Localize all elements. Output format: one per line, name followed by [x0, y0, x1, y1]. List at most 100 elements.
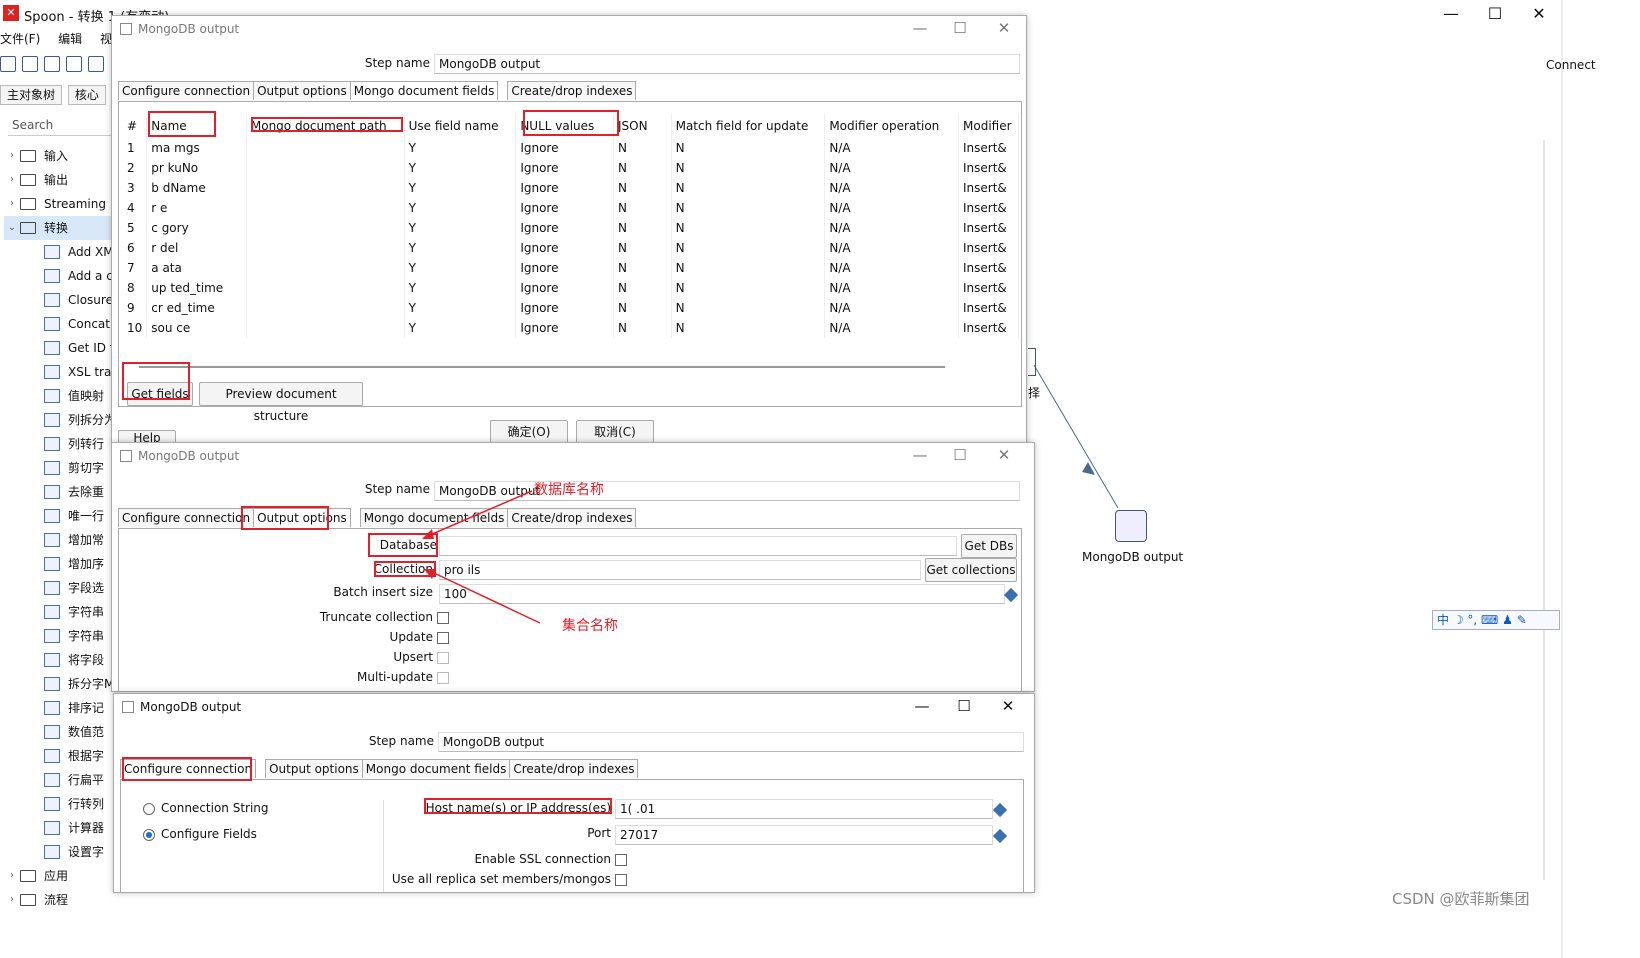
- col-header-name[interactable]: Name: [146, 114, 247, 138]
- table-cell-name[interactable]: r e: [146, 198, 247, 218]
- tab-create-drop-indexes[interactable]: Create/drop indexes: [509, 759, 639, 778]
- table-cell-path[interactable]: [246, 218, 405, 238]
- table-cell-nulls[interactable]: Ignore: [515, 318, 614, 338]
- table-cell-json[interactable]: N: [613, 238, 672, 258]
- table-cell-n[interactable]: 1: [123, 138, 148, 158]
- table-cell-nulls[interactable]: Ignore: [515, 258, 614, 278]
- table-cell-op[interactable]: N/A: [824, 238, 959, 258]
- table-cell-path[interactable]: [246, 198, 405, 218]
- col-header-null-values[interactable]: NULL values: [515, 114, 614, 138]
- connection-string-radio[interactable]: [143, 803, 155, 815]
- table-cell-match[interactable]: N: [671, 318, 826, 338]
- table-cell-name[interactable]: sou ce: [146, 318, 247, 338]
- col-header-json[interactable]: JSON: [613, 114, 672, 138]
- table-cell-op[interactable]: N/A: [824, 298, 959, 318]
- table-cell-mod[interactable]: Insert&: [958, 138, 1019, 158]
- table-cell-path[interactable]: [246, 158, 405, 178]
- table-cell-mod[interactable]: Insert&: [958, 238, 1019, 258]
- table-cell-use[interactable]: Y: [404, 258, 517, 278]
- table-cell-n[interactable]: 8: [123, 278, 148, 298]
- table-cell-n[interactable]: 9: [123, 298, 148, 318]
- table-cell-n[interactable]: 3: [123, 178, 148, 198]
- table-cell-json[interactable]: N: [613, 198, 672, 218]
- table-cell-path[interactable]: [246, 138, 405, 158]
- table-cell-name[interactable]: r del: [146, 238, 247, 258]
- col-header-modifier[interactable]: Modifier: [958, 114, 1019, 138]
- table-cell-use[interactable]: Y: [404, 198, 517, 218]
- maximize-icon[interactable]: ☐: [952, 697, 976, 715]
- table-cell-op[interactable]: N/A: [824, 158, 959, 178]
- table-cell-name[interactable]: cr ed_time: [146, 298, 247, 318]
- table-cell-path[interactable]: [246, 318, 405, 338]
- tab-mongo-document-fields[interactable]: Mongo document fields: [361, 759, 511, 778]
- table-cell-path[interactable]: [246, 298, 405, 318]
- table-cell-path[interactable]: [246, 278, 405, 298]
- table-cell-json[interactable]: N: [613, 218, 672, 238]
- table-cell-nulls[interactable]: Ignore: [515, 298, 614, 318]
- canvas-step-node-partial[interactable]: [1028, 348, 1036, 376]
- table-cell-name[interactable]: ma mgs: [146, 138, 247, 158]
- table-cell-json[interactable]: N: [613, 318, 672, 338]
- table-cell-match[interactable]: N: [671, 278, 826, 298]
- table-cell-path[interactable]: [246, 258, 405, 278]
- host-input[interactable]: 1( .01: [615, 799, 993, 819]
- table-cell-name[interactable]: c gory: [146, 218, 247, 238]
- mongodb-output-node[interactable]: [1115, 510, 1147, 542]
- table-cell-json[interactable]: N: [613, 178, 672, 198]
- table-row[interactable]: 8 up ted_time Y Ignore N N N/A Insert&: [123, 278, 1019, 298]
- table-cell-match[interactable]: N: [671, 218, 826, 238]
- table-cell-match[interactable]: N: [671, 238, 826, 258]
- table-cell-nulls[interactable]: Ignore: [515, 138, 614, 158]
- table-cell-match[interactable]: N: [671, 258, 826, 278]
- table-cell-use[interactable]: Y: [404, 318, 517, 338]
- table-cell-name[interactable]: pr kuNo: [146, 158, 247, 178]
- table-cell-json[interactable]: N: [613, 138, 672, 158]
- table-row[interactable]: 3b dName Y Ignore N N N/A Insert&: [123, 178, 1019, 198]
- close-icon[interactable]: ✕: [992, 19, 1016, 37]
- table-cell-op[interactable]: N/A: [824, 198, 959, 218]
- table-cell-op[interactable]: N/A: [824, 138, 959, 158]
- get-fields-button[interactable]: Get fields: [127, 382, 193, 406]
- close-icon[interactable]: ✕: [996, 697, 1020, 715]
- table-cell-path[interactable]: [246, 178, 405, 198]
- table-cell-use[interactable]: Y: [404, 178, 517, 198]
- table-cell-use[interactable]: Y: [404, 218, 517, 238]
- table-row[interactable]: 9 cr ed_time Y Ignore N N N/A Insert&: [123, 298, 1019, 318]
- table-cell-nulls[interactable]: Ignore: [515, 198, 614, 218]
- table-cell-use[interactable]: Y: [404, 238, 517, 258]
- tab-output-options[interactable]: Output options: [253, 81, 351, 100]
- table-cell-use[interactable]: Y: [404, 298, 517, 318]
- table-cell-op[interactable]: N/A: [824, 258, 959, 278]
- table-cell-nulls[interactable]: Ignore: [515, 158, 614, 178]
- table-cell-op[interactable]: N/A: [824, 218, 959, 238]
- table-cell-nulls[interactable]: Ignore: [515, 238, 614, 258]
- tab-mongo-document-fields[interactable]: Mongo document fields: [349, 81, 499, 100]
- step-name-input[interactable]: MongoDB output: [434, 54, 1020, 74]
- table-cell-path[interactable]: [246, 238, 405, 258]
- ssl-checkbox[interactable]: [615, 854, 627, 866]
- table-row[interactable]: 5c gory Y Ignore N N N/A Insert&: [123, 218, 1019, 238]
- tab-configure-connection[interactable]: Configure connection: [120, 759, 257, 778]
- table-cell-mod[interactable]: Insert&: [958, 198, 1019, 218]
- table-cell-json[interactable]: N: [613, 298, 672, 318]
- configure-fields-radio[interactable]: [143, 829, 155, 841]
- table-cell-n[interactable]: 4: [123, 198, 148, 218]
- table-cell-json[interactable]: N: [613, 278, 672, 298]
- cancel-button[interactable]: 取消(C): [576, 420, 654, 444]
- table-cell-mod[interactable]: Insert&: [958, 318, 1019, 338]
- tab-output-options[interactable]: Output options: [265, 759, 363, 778]
- table-cell-n[interactable]: 10: [123, 318, 148, 338]
- table-row[interactable]: 10 sou ce Y Ignore N N N/A Insert&: [123, 318, 1019, 338]
- table-row[interactable]: 7a ata Y Ignore N N N/A Insert&: [123, 258, 1019, 278]
- table-cell-use[interactable]: Y: [404, 138, 517, 158]
- tab-configure-connection[interactable]: Configure connection: [118, 81, 255, 100]
- replica-set-checkbox[interactable]: [615, 874, 627, 886]
- table-cell-match[interactable]: N: [671, 178, 826, 198]
- col-header-modifier-operation[interactable]: Modifier operation: [824, 114, 959, 138]
- table-cell-name[interactable]: a ata: [146, 258, 247, 278]
- ok-button[interactable]: 确定(O): [490, 420, 568, 444]
- col-header-use-field-name[interactable]: Use field name: [404, 114, 517, 138]
- minimize-icon[interactable]: —: [908, 19, 932, 37]
- table-cell-mod[interactable]: Insert&: [958, 278, 1019, 298]
- table-cell-name[interactable]: b dName: [146, 178, 247, 198]
